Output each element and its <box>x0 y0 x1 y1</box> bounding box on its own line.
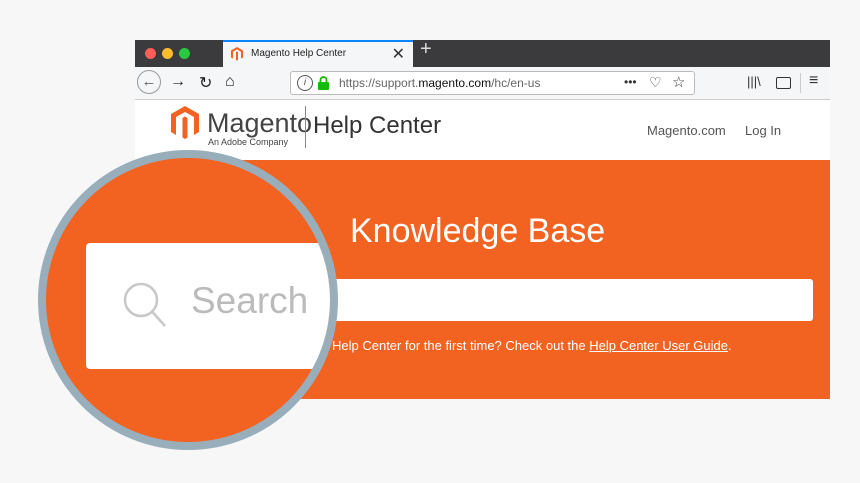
logo-tagline: An Adobe Company <box>208 137 289 147</box>
url-text[interactable]: https://support.magento.com/hc/en-us <box>339 76 540 90</box>
magnifier-circle: Search <box>38 150 338 450</box>
close-window-button[interactable] <box>145 48 156 59</box>
lock-icon <box>318 76 329 90</box>
pocket-icon[interactable]: ♡ <box>649 74 662 91</box>
tab-title: Magento Help Center <box>251 48 347 59</box>
menu-icon[interactable]: ≡ <box>809 72 818 90</box>
help-center-title[interactable]: Help Center <box>313 112 441 140</box>
magento-logo-icon[interactable] <box>171 106 199 140</box>
back-button[interactable]: ← <box>137 70 161 94</box>
user-guide-link[interactable]: Help Center User Guide <box>589 338 728 353</box>
zoomed-search-input[interactable]: Search <box>86 243 330 369</box>
search-input[interactable] <box>285 279 813 321</box>
sidebar-icon[interactable] <box>776 77 791 89</box>
hint-text: Help Center for the first time? Check ou… <box>332 338 732 353</box>
search-icon <box>123 282 166 327</box>
magento-favicon-icon <box>231 47 243 61</box>
page-actions-icon[interactable]: ••• <box>624 75 637 89</box>
logo-name[interactable]: Magento <box>207 108 312 139</box>
search-placeholder: Search <box>191 280 309 321</box>
site-header: Magento An Adobe Company Help Center Mag… <box>135 100 830 160</box>
url-bar[interactable]: i https://support.magento.com/hc/en-us •… <box>290 71 695 95</box>
new-tab-button[interactable]: + <box>420 40 432 61</box>
minimize-window-button[interactable] <box>162 48 173 59</box>
tab-close-icon[interactable]: ✕ <box>392 44 405 64</box>
bookmark-star-icon[interactable]: ☆ <box>672 73 685 91</box>
tab-active[interactable]: Magento Help Center ✕ <box>223 40 413 67</box>
library-icon[interactable]: |||\ <box>747 74 761 89</box>
home-button[interactable]: ⌂ <box>225 73 235 91</box>
reload-button[interactable]: ↻ <box>199 73 212 93</box>
tab-bar: Magento Help Center ✕ + <box>135 40 830 67</box>
info-icon[interactable]: i <box>297 75 313 91</box>
magento-com-link[interactable]: Magento.com <box>647 123 726 138</box>
forward-button[interactable]: → <box>170 73 186 91</box>
maximize-window-button[interactable] <box>179 48 190 59</box>
navigation-bar: ← → ↻ ⌂ i https://support.magento.com/hc… <box>135 67 830 100</box>
log-in-link[interactable]: Log In <box>745 123 781 138</box>
header-divider <box>305 106 306 148</box>
knowledge-base-title: Knowledge Base <box>350 212 606 250</box>
vertical-separator <box>800 73 801 93</box>
